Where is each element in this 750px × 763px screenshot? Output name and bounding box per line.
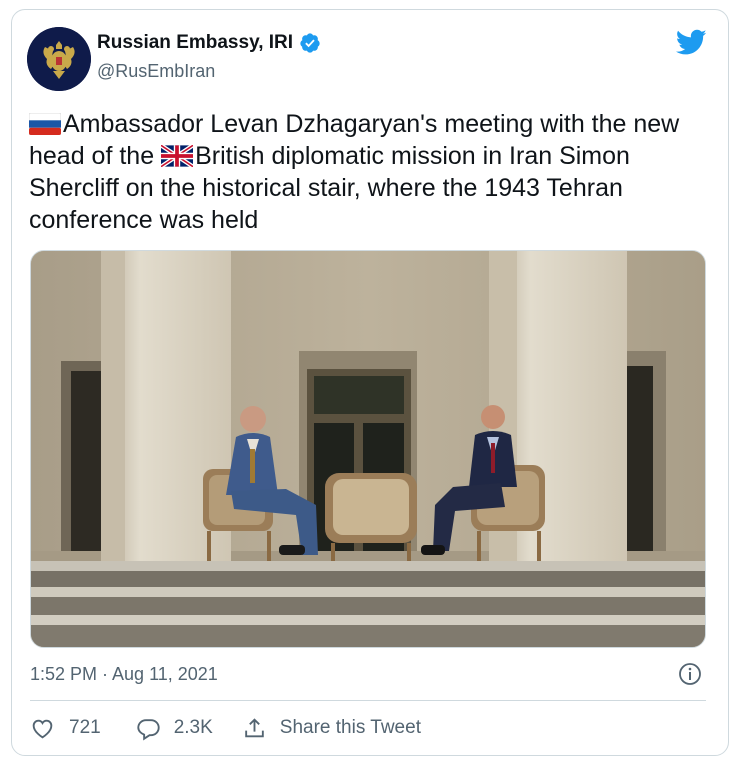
photo-two-men-seated-on-stairs <box>31 251 705 647</box>
reply-button[interactable]: 2.3K <box>136 716 213 741</box>
reply-count: 2.3K <box>173 717 213 738</box>
like-count: 721 <box>69 717 101 738</box>
double-headed-eagle-emblem <box>27 27 91 91</box>
heart-icon <box>32 719 53 738</box>
tweet-timestamp[interactable]: 1:52 PM · Aug 11, 2021 <box>30 664 218 685</box>
divider <box>30 700 706 701</box>
share-button[interactable]: Share this Tweet <box>242 716 421 741</box>
share-icon <box>245 717 264 737</box>
avatar[interactable] <box>27 27 91 91</box>
tweet-photo[interactable] <box>30 250 706 648</box>
share-label: Share this Tweet <box>279 717 421 738</box>
author-name-row[interactable]: Russian Embassy, IRI <box>97 32 321 54</box>
handle[interactable]: @RusEmbIran <box>97 61 215 82</box>
russia-flag-icon <box>29 113 61 135</box>
like-button[interactable]: 721 <box>30 716 101 741</box>
info-icon[interactable] <box>678 662 702 686</box>
display-name[interactable]: Russian Embassy, IRI <box>97 32 293 54</box>
twitter-bird-icon[interactable] <box>676 29 707 56</box>
verified-badge-icon <box>300 33 320 53</box>
tweet-text: Ambassador Levan Dzhagaryan's meeting wi… <box>29 108 719 236</box>
reply-bubble-icon <box>137 718 160 740</box>
uk-flag-icon <box>161 145 194 167</box>
tweet-actions: 721 2.3K Share this Tweet <box>30 713 421 743</box>
